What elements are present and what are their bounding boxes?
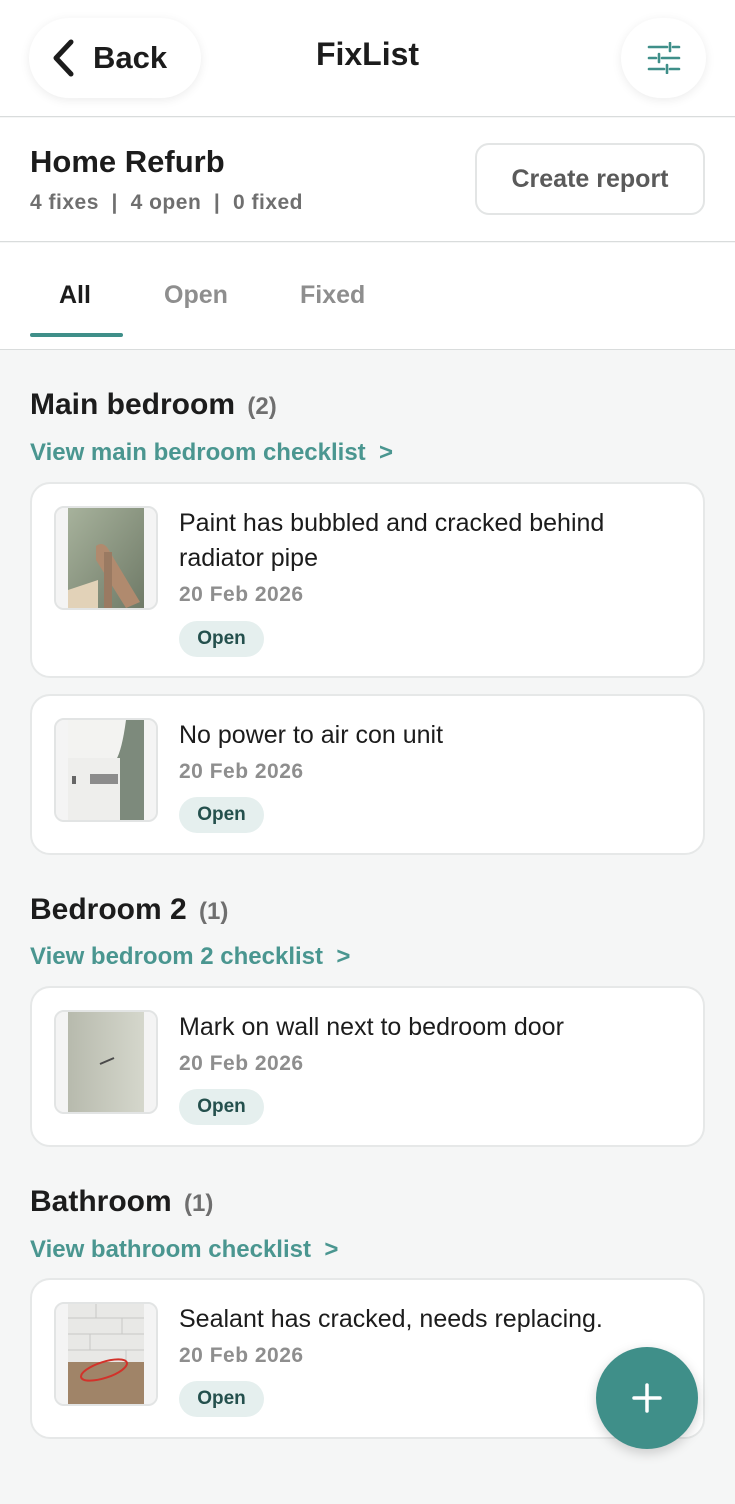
section-title: Bedroom 2 (1) [30, 893, 228, 927]
chevron-left-icon [53, 39, 74, 77]
view-checklist-link[interactable]: View bathroom checklist > [30, 1236, 338, 1264]
section-name: Main bedroom [30, 388, 236, 421]
project-stats: 4 fixes | 4 open | 0 fixed [30, 191, 304, 214]
fix-title: Sealant has cracked, needs replacing. [179, 1305, 603, 1333]
tab-open[interactable]: Open [164, 281, 228, 310]
fix-title: Mark on wall next to bedroom door [179, 1013, 564, 1041]
filter-tabs: All Open Fixed [0, 243, 735, 350]
fix-title: No power to air con unit [179, 721, 444, 749]
view-checklist-link[interactable]: View main bedroom checklist > [30, 439, 393, 467]
tab-fixed[interactable]: Fixed [300, 281, 365, 310]
fix-photo [54, 1302, 158, 1406]
fix-card[interactable]: Mark on wall next to bedroom door 20 Feb… [30, 986, 705, 1147]
fix-photo [54, 506, 158, 610]
fix-card[interactable]: No power to air con unit 20 Feb 2026 Ope… [30, 694, 705, 855]
top-bar: Back FixList [0, 0, 735, 117]
status-badge: Open [179, 1089, 264, 1125]
status-badge: Open [179, 797, 264, 833]
section-name: Bedroom 2 [30, 893, 187, 926]
back-button[interactable]: Back [29, 18, 201, 98]
fix-date: 20 Feb 2026 [179, 1052, 304, 1075]
create-report-button[interactable]: Create report [475, 143, 705, 215]
section-name: Bathroom [30, 1185, 172, 1218]
fix-title: Paint has bubbled and cracked behind rad… [179, 509, 605, 572]
add-fix-button[interactable] [596, 1347, 698, 1449]
sliders-icon [647, 42, 680, 74]
status-badge: Open [179, 1381, 264, 1417]
fix-photo [54, 1010, 158, 1114]
project-header: Home Refurb 4 fixes | 4 open | 0 fixed C… [0, 118, 735, 242]
section-count: (1) [184, 1190, 214, 1217]
section-count: (1) [199, 898, 229, 925]
fix-date: 20 Feb 2026 [179, 760, 304, 783]
plus-icon [632, 1383, 662, 1413]
fix-date: 20 Feb 2026 [179, 1344, 304, 1367]
status-badge: Open [179, 621, 264, 657]
fix-card[interactable]: Paint has bubbled and cracked behind rad… [30, 482, 705, 678]
filter-button[interactable] [621, 18, 706, 98]
fix-photo [54, 718, 158, 822]
project-name: Home Refurb [30, 144, 225, 179]
fix-date: 20 Feb 2026 [179, 583, 304, 606]
tab-all[interactable]: All [59, 281, 91, 310]
section-count: (2) [247, 393, 277, 420]
view-checklist-link[interactable]: View bedroom 2 checklist > [30, 943, 350, 971]
back-label: Back [93, 40, 168, 75]
section-title: Bathroom (1) [30, 1185, 213, 1219]
section-title: Main bedroom (2) [30, 388, 277, 422]
active-tab-indicator [30, 333, 123, 337]
